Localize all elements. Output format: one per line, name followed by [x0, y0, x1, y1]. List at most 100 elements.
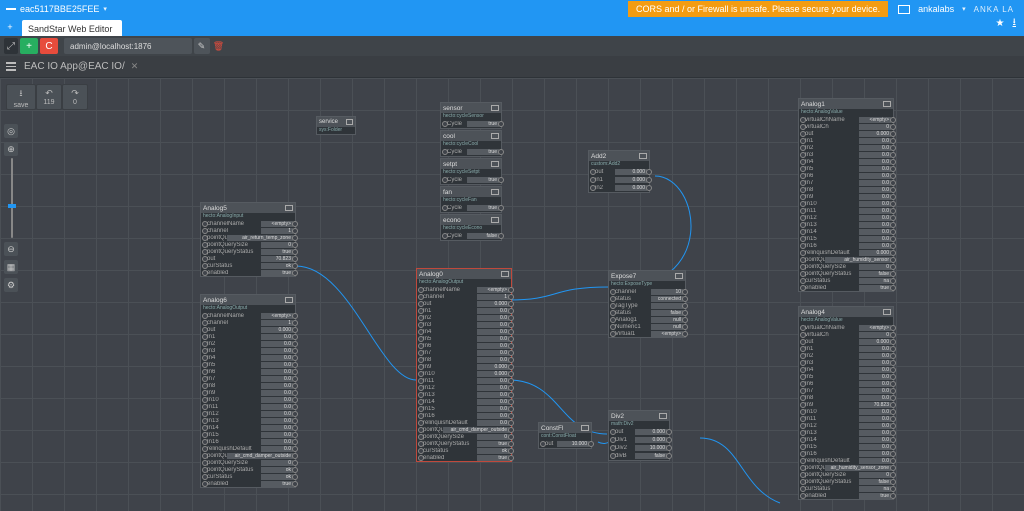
node-row[interactable]: In10.0 — [799, 345, 893, 352]
checkbox-icon[interactable] — [639, 153, 647, 159]
node-row[interactable]: In20.0 — [201, 340, 295, 347]
zoom-slider[interactable] — [11, 158, 13, 238]
node-row[interactable]: pointQueryStatustrue — [417, 440, 511, 447]
node-row[interactable]: curStatusna — [799, 277, 893, 284]
node-row[interactable]: Cycletrue — [441, 176, 501, 184]
node-row[interactable]: relinquishDefault0.0 — [799, 457, 893, 464]
node-constfl[interactable]: ConstFlcont:ConstFloatout10.000 — [538, 422, 592, 449]
node-row[interactable]: virtualCh0 — [799, 123, 893, 130]
node-row[interactable]: virtualChName<empty> — [799, 324, 893, 331]
eye-icon[interactable]: ◎ — [4, 124, 18, 138]
node-row[interactable]: enabledtrue — [799, 284, 893, 291]
node-row[interactable]: channel1 — [201, 319, 295, 326]
node-row[interactable]: divBfalse — [609, 452, 669, 460]
checkbox-icon[interactable] — [285, 297, 293, 303]
node-row[interactable]: In100.0 — [201, 396, 295, 403]
node-row[interactable]: In20.0 — [799, 352, 893, 359]
node-row[interactable]: curStatusna — [799, 485, 893, 492]
node-row[interactable]: In70.0 — [799, 179, 893, 186]
node-row[interactable]: channel1 — [201, 227, 295, 234]
node-row[interactable]: In150.0 — [417, 405, 511, 412]
node-row[interactable]: In30.0 — [201, 347, 295, 354]
grid-icon[interactable]: ▦ — [4, 260, 18, 274]
node-row[interactable]: In140.0 — [799, 436, 893, 443]
node-row[interactable]: relinquishDefault0.0 — [201, 445, 295, 452]
node-row[interactable]: In80.0 — [417, 356, 511, 363]
node-row[interactable]: curStatusok — [201, 262, 295, 269]
undo-button[interactable]: ↶ 119 — [36, 84, 62, 110]
node-row[interactable]: pointQueryair_humidity_sensor — [799, 256, 893, 263]
node-row[interactable]: In20.0 — [417, 314, 511, 321]
node-analog1[interactable]: Analog1hecto:AnalogValuevirtualChName<em… — [798, 98, 894, 292]
node-row[interactable]: In130.0 — [417, 391, 511, 398]
download-icon[interactable]: ⭳ — [1013, 15, 1017, 32]
checkbox-icon[interactable] — [501, 271, 509, 277]
location-field[interactable]: admin@localhost:1876 — [64, 38, 192, 54]
node-row[interactable]: Numeric1null — [609, 323, 685, 330]
checkbox-icon[interactable] — [659, 413, 667, 419]
node-row[interactable]: In130.0 — [799, 429, 893, 436]
checkbox-icon[interactable] — [581, 425, 589, 431]
copy-icon[interactable] — [898, 5, 910, 14]
node-expose7[interactable]: Expose7hecto:ExposeTypechannel10statusco… — [608, 270, 686, 338]
node-row[interactable]: In60.0 — [799, 380, 893, 387]
node-row[interactable]: In110.0 — [201, 403, 295, 410]
checkbox-icon[interactable] — [285, 205, 293, 211]
node-row[interactable]: relinquishDefault0.0 — [417, 419, 511, 426]
node-row[interactable]: In40.0 — [799, 366, 893, 373]
node-row[interactable]: In100.0 — [799, 408, 893, 415]
node-row[interactable]: channelName<empty> — [417, 286, 511, 293]
node-row[interactable]: In160.0 — [417, 412, 511, 419]
node-row[interactable]: In40.0 — [417, 328, 511, 335]
node-row[interactable]: In40.0 — [201, 354, 295, 361]
node-row[interactable]: In160.0 — [799, 450, 893, 457]
node-row[interactable]: In110.0 — [417, 377, 511, 384]
node-row[interactable]: out0.000 — [201, 326, 295, 333]
node-row[interactable]: Virtual1<empty> — [609, 330, 685, 337]
node-row[interactable]: In70.0 — [201, 375, 295, 382]
node-row[interactable]: In80.0 — [799, 394, 893, 401]
node-row[interactable]: out70.823 — [201, 255, 295, 262]
node-row[interactable]: channel10 — [609, 288, 685, 295]
node-row[interactable]: In100.0 — [799, 200, 893, 207]
node-row[interactable]: curStatusok — [201, 473, 295, 480]
node-row[interactable]: In10.0 — [201, 333, 295, 340]
node-row[interactable]: In80.0 — [201, 382, 295, 389]
node-row[interactable]: In90.000 — [417, 363, 511, 370]
node-add2[interactable]: Add2custom:Add2out0.000in10.000in20.000 — [588, 150, 650, 193]
node-row[interactable]: In10.0 — [799, 137, 893, 144]
node-row[interactable]: In140.0 — [201, 424, 295, 431]
node-row[interactable]: curStatusok — [417, 447, 511, 454]
zoom-in-icon[interactable]: ⊕ — [4, 142, 18, 156]
checkbox-icon[interactable] — [491, 161, 499, 167]
node-row[interactable]: out0.000 — [589, 168, 649, 176]
node-row[interactable]: In50.0 — [201, 361, 295, 368]
node-row[interactable]: In970.823 — [799, 401, 893, 408]
checkbox-icon[interactable] — [346, 119, 353, 125]
node-row[interactable]: In60.0 — [201, 368, 295, 375]
node-row[interactable]: pointQueryair_cmd_damper_outside — [417, 426, 511, 433]
node-row[interactable]: pointQuerySize0 — [201, 241, 295, 248]
checkbox-icon[interactable] — [491, 133, 499, 139]
checkbox-icon[interactable] — [675, 273, 683, 279]
star-icon[interactable]: ★ — [996, 18, 1005, 29]
node-row[interactable]: Cycletrue — [441, 120, 501, 128]
checkbox-icon[interactable] — [883, 101, 891, 107]
save-button[interactable]: ⭳ save — [6, 84, 36, 110]
node-row[interactable]: virtualCh0 — [799, 331, 893, 338]
node-row[interactable]: In120.0 — [201, 410, 295, 417]
zoom-out-icon[interactable]: ⊖ — [4, 242, 18, 256]
node-row[interactable]: out0.000 — [799, 130, 893, 137]
node-row[interactable]: pointQuerySize0 — [799, 263, 893, 270]
redo-button[interactable]: ↷ 0 — [62, 84, 88, 110]
chevron-down-icon[interactable]: ▾ — [103, 5, 107, 13]
node-row[interactable]: In10.0 — [417, 307, 511, 314]
node-row[interactable]: channel1 — [417, 293, 511, 300]
node-row[interactable]: In70.0 — [799, 387, 893, 394]
node-row[interactable]: pointQueryStatustrue — [201, 248, 295, 255]
node-row[interactable]: Div10.000 — [609, 436, 669, 444]
node-sensor[interactable]: sensorhecto:cycleSensorCycletrue — [440, 102, 502, 129]
node-row[interactable]: In110.0 — [799, 207, 893, 214]
chevron-down-icon[interactable]: ▾ — [962, 5, 966, 13]
node-row[interactable]: In90.0 — [799, 193, 893, 200]
